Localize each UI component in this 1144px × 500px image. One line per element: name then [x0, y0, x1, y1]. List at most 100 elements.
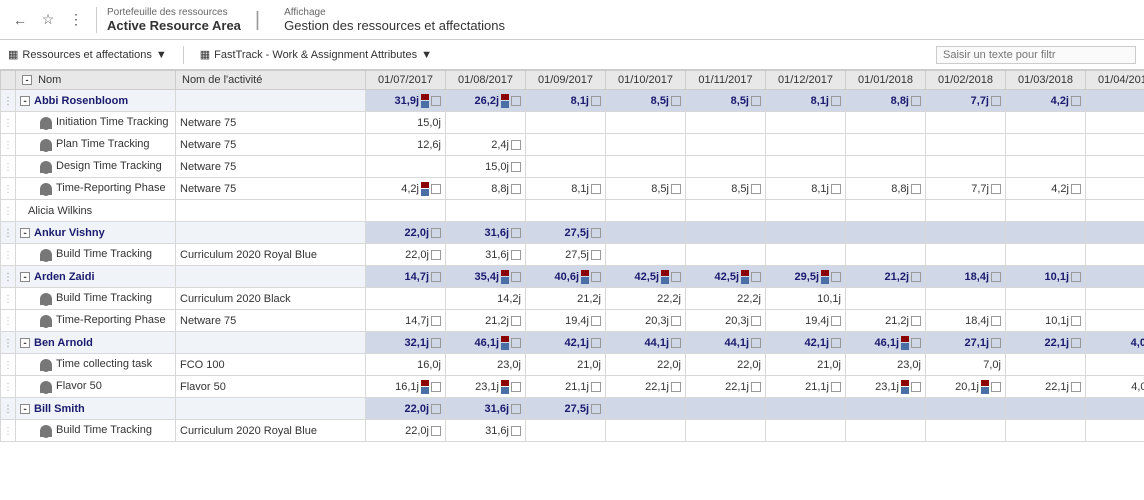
cell-checkbox[interactable]	[751, 382, 761, 392]
drag-handle[interactable]: ⋮	[1, 90, 16, 112]
cell-checkbox[interactable]	[831, 382, 841, 392]
drag-handle[interactable]: ⋮	[1, 310, 16, 332]
cell-checkbox[interactable]	[591, 272, 601, 282]
cell-checkbox[interactable]	[911, 382, 921, 392]
cell-checkbox[interactable]	[511, 338, 521, 348]
star-button[interactable]: ☆	[36, 8, 60, 32]
cell-checkbox[interactable]	[831, 272, 841, 282]
cell-checkbox[interactable]	[511, 426, 521, 436]
cell-checkbox[interactable]	[911, 316, 921, 326]
drag-handle[interactable]: ⋮	[1, 134, 16, 156]
expand-icon[interactable]: -	[20, 338, 30, 348]
cell-checkbox[interactable]	[991, 316, 1001, 326]
cell-checkbox[interactable]	[1071, 272, 1081, 282]
cell-checkbox[interactable]	[431, 426, 441, 436]
cell-checkbox[interactable]	[751, 96, 761, 106]
cell-checkbox[interactable]	[1071, 338, 1081, 348]
expand-icon[interactable]: -	[20, 96, 30, 106]
cell-checkbox[interactable]	[591, 228, 601, 238]
drag-handle[interactable]: ⋮	[1, 376, 16, 398]
cell-checkbox[interactable]	[511, 96, 521, 106]
cell-checkbox[interactable]	[831, 184, 841, 194]
cell-checkbox[interactable]	[911, 96, 921, 106]
cell-checkbox[interactable]	[1071, 382, 1081, 392]
cell-checkbox[interactable]	[591, 382, 601, 392]
drag-handle[interactable]: ⋮	[1, 112, 16, 134]
cell-checkbox[interactable]	[991, 382, 1001, 392]
cell-checkbox[interactable]	[831, 96, 841, 106]
cell-checkbox[interactable]	[511, 272, 521, 282]
cell-checkbox[interactable]	[591, 338, 601, 348]
cell-name[interactable]: -Abbi Rosenbloom	[16, 90, 176, 112]
cell-checkbox[interactable]	[511, 404, 521, 414]
drag-handle[interactable]: ⋮	[1, 200, 16, 222]
header-expand-icon[interactable]: -	[22, 75, 32, 85]
cell-checkbox[interactable]	[511, 162, 521, 172]
cell-checkbox[interactable]	[751, 184, 761, 194]
toolbar-group-resources[interactable]: ▦ Ressources et affectations ▼	[8, 48, 167, 61]
drag-handle[interactable]: ⋮	[1, 332, 16, 354]
cell-checkbox[interactable]	[511, 228, 521, 238]
cell-checkbox[interactable]	[591, 316, 601, 326]
menu-button[interactable]: ⋮	[64, 8, 88, 32]
cell-name[interactable]: -Bill Smith	[16, 398, 176, 420]
cell-checkbox[interactable]	[431, 382, 441, 392]
drag-handle[interactable]: ⋮	[1, 222, 16, 244]
cell-checkbox[interactable]	[591, 184, 601, 194]
cell-name[interactable]: -Ankur Vishny	[16, 222, 176, 244]
cell-checkbox[interactable]	[431, 184, 441, 194]
drag-handle[interactable]: ⋮	[1, 288, 16, 310]
drag-handle[interactable]: ⋮	[1, 398, 16, 420]
cell-checkbox[interactable]	[911, 184, 921, 194]
cell-checkbox[interactable]	[831, 338, 841, 348]
cell-checkbox[interactable]	[431, 228, 441, 238]
back-button[interactable]: ←	[8, 8, 32, 32]
cell-checkbox[interactable]	[991, 184, 1001, 194]
cell-checkbox[interactable]	[671, 184, 681, 194]
cell-checkbox[interactable]	[431, 250, 441, 260]
cell-checkbox[interactable]	[1071, 96, 1081, 106]
cell-checkbox[interactable]	[831, 316, 841, 326]
drag-handle[interactable]: ⋮	[1, 354, 16, 376]
drag-handle[interactable]: ⋮	[1, 178, 16, 200]
expand-icon[interactable]: -	[20, 404, 30, 414]
drag-handle[interactable]: ⋮	[1, 266, 16, 288]
cell-checkbox[interactable]	[671, 382, 681, 392]
cell-checkbox[interactable]	[511, 316, 521, 326]
cell-checkbox[interactable]	[911, 338, 921, 348]
cell-checkbox[interactable]	[671, 338, 681, 348]
cell-checkbox[interactable]	[431, 96, 441, 106]
cell-checkbox[interactable]	[671, 272, 681, 282]
cell-checkbox[interactable]	[431, 404, 441, 414]
cell-name[interactable]: -Ben Arnold	[16, 332, 176, 354]
cell-checkbox[interactable]	[511, 184, 521, 194]
expand-icon[interactable]: -	[20, 272, 30, 282]
cell-checkbox[interactable]	[671, 96, 681, 106]
cell-checkbox[interactable]	[511, 140, 521, 150]
cell-checkbox[interactable]	[431, 272, 441, 282]
cell-checkbox[interactable]	[431, 338, 441, 348]
cell-checkbox[interactable]	[431, 316, 441, 326]
cell-name[interactable]: -Arden Zaidi	[16, 266, 176, 288]
search-input[interactable]	[936, 46, 1136, 64]
cell-checkbox[interactable]	[911, 272, 921, 282]
cell-checkbox[interactable]	[991, 272, 1001, 282]
drag-handle[interactable]: ⋮	[1, 244, 16, 266]
cell-checkbox[interactable]	[511, 382, 521, 392]
drag-handle[interactable]: ⋮	[1, 156, 16, 178]
cell-checkbox[interactable]	[751, 272, 761, 282]
drag-handle[interactable]: ⋮	[1, 420, 16, 442]
cell-checkbox[interactable]	[591, 96, 601, 106]
cell-checkbox[interactable]	[1071, 184, 1081, 194]
cell-checkbox[interactable]	[591, 404, 601, 414]
cell-checkbox[interactable]	[751, 338, 761, 348]
cell-checkbox[interactable]	[591, 250, 601, 260]
cell-checkbox[interactable]	[751, 316, 761, 326]
cell-checkbox[interactable]	[671, 316, 681, 326]
cell-checkbox[interactable]	[511, 250, 521, 260]
cell-checkbox[interactable]	[991, 338, 1001, 348]
cell-checkbox[interactable]	[991, 96, 1001, 106]
cell-checkbox[interactable]	[1071, 316, 1081, 326]
expand-icon[interactable]: -	[20, 228, 30, 238]
toolbar-group-fasttrack[interactable]: ▦ FastTrack - Work & Assignment Attribut…	[200, 48, 432, 61]
